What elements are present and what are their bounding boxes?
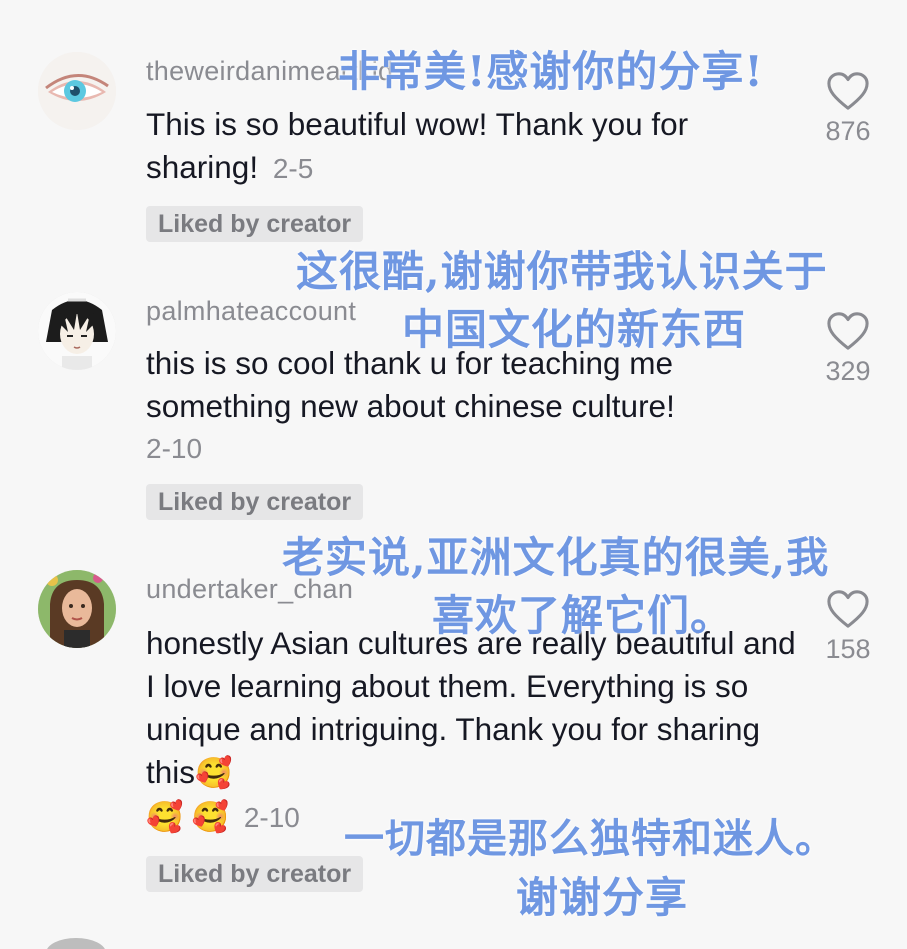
comment-date: 2-10: [243, 802, 300, 833]
like-control[interactable]: 329: [812, 310, 884, 387]
chinese-translation: 喜欢了解它们。: [432, 591, 734, 640]
comment-text: This is so beautiful wow! Thank you for …: [146, 103, 786, 190]
anime-character-avatar[interactable]: [38, 292, 116, 370]
like-count: 329: [825, 356, 871, 386]
next-comment-avatar[interactable]: [46, 938, 106, 949]
chinese-translation: 非常美!感谢你的分享!: [338, 47, 764, 96]
heart-icon[interactable]: [812, 310, 884, 352]
comment-list: theweirdanimeartkid This is so beautiful…: [0, 0, 907, 949]
chinese-translation: 这很酷,谢谢你带我认识关于: [296, 247, 828, 296]
comment-username[interactable]: palmhateaccount: [146, 296, 356, 327]
liked-by-creator-badge: Liked by creator: [146, 484, 364, 520]
chinese-translation: 老实说,亚洲文化真的很美,我: [282, 533, 830, 582]
smiling-hearts-emoji: 🥰: [195, 757, 233, 790]
comment-body: This is so beautiful wow! Thank you for …: [146, 106, 689, 185]
comment-date: 2-5: [272, 153, 314, 184]
like-control[interactable]: 158: [812, 588, 884, 665]
chinese-translation: 一切都是那么独特和迷人。: [344, 815, 836, 862]
like-control[interactable]: 876: [812, 70, 884, 147]
smiling-hearts-emoji: 🥰 🥰: [146, 801, 230, 834]
heart-icon[interactable]: [812, 588, 884, 630]
like-count: 158: [825, 634, 871, 664]
person-photo-avatar[interactable]: [38, 570, 116, 648]
liked-by-creator-badge: Liked by creator: [146, 856, 364, 892]
heart-icon[interactable]: [812, 70, 884, 112]
comment-body: honestly Asian cultures are really beaut…: [146, 625, 796, 790]
liked-by-creator-badge: Liked by creator: [146, 206, 364, 242]
chinese-translation: 谢谢分享: [516, 873, 689, 922]
chinese-translation: 中国文化的新东西: [402, 305, 747, 354]
like-count: 876: [825, 116, 871, 146]
eye-avatar[interactable]: [38, 52, 116, 130]
comment-date: 2-10: [146, 433, 203, 464]
